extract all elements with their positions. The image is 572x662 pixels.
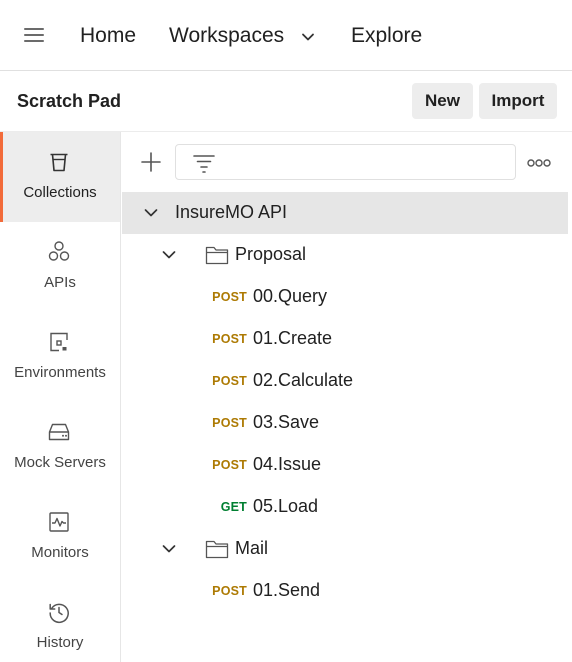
- nav-home[interactable]: Home: [80, 22, 136, 50]
- nav-workspaces[interactable]: Workspaces: [169, 22, 314, 50]
- history-icon: [49, 603, 69, 624]
- request-row[interactable]: POST 04.Issue: [122, 444, 568, 486]
- filter-input[interactable]: [175, 144, 516, 180]
- server-icon: [48, 423, 70, 441]
- scratch-pad-header: Scratch Pad New Import: [0, 72, 572, 132]
- filter-icon: [193, 155, 215, 173]
- apis-icon: [48, 241, 70, 261]
- request-name: 03.Save: [253, 412, 320, 432]
- chevron-down-icon[interactable]: [161, 541, 177, 557]
- rail-item-label: APIs: [44, 274, 76, 291]
- nav-explore[interactable]: Explore: [351, 22, 422, 50]
- folder-name: Proposal: [235, 244, 307, 264]
- rail-item-monitors[interactable]: Monitors: [0, 492, 120, 582]
- request-name: 01.Create: [253, 328, 333, 348]
- method-badge: GET: [220, 500, 247, 514]
- plus-icon[interactable]: [140, 151, 162, 173]
- request-name: 01.Send: [253, 580, 321, 600]
- rail-item-history[interactable]: History: [0, 582, 120, 662]
- page-title: Scratch Pad: [17, 91, 122, 111]
- trash-can-icon: [50, 153, 68, 172]
- method-badge: POST: [212, 584, 247, 598]
- collection-tree: InsureMO API Proposal POST 00.Query POST…: [122, 192, 572, 662]
- rail-item-label: Mock Servers: [14, 454, 106, 471]
- method-badge: POST: [212, 332, 247, 346]
- request-row[interactable]: POST 01.Create: [122, 318, 568, 360]
- chevron-down-icon[interactable]: [143, 205, 159, 221]
- hamburger-icon[interactable]: [24, 28, 44, 44]
- collection-name: InsureMO API: [175, 202, 288, 222]
- request-name: 04.Issue: [253, 454, 322, 474]
- chevron-down-icon: [302, 33, 314, 41]
- request-name: 05.Load: [253, 496, 319, 516]
- method-badge: POST: [212, 290, 247, 304]
- collection-row[interactable]: InsureMO API: [122, 192, 568, 234]
- monitor-icon: [49, 512, 69, 532]
- left-rail: Collections APIs Environments Mock Serve…: [0, 132, 121, 662]
- folder-row[interactable]: Proposal: [122, 234, 568, 276]
- request-row[interactable]: POST 03.Save: [122, 402, 568, 444]
- request-row[interactable]: POST 00.Query: [122, 276, 568, 318]
- rail-item-mock-servers[interactable]: Mock Servers: [0, 402, 120, 492]
- rail-item-label: Monitors: [31, 544, 89, 561]
- folder-name: Mail: [235, 538, 269, 558]
- import-button[interactable]: Import: [479, 83, 557, 119]
- top-nav: Home Workspaces Explore: [0, 0, 572, 71]
- folder-icon: [205, 540, 229, 559]
- request-row[interactable]: POST 01.Send: [122, 570, 568, 612]
- new-button[interactable]: New: [412, 83, 473, 119]
- folder-row[interactable]: Mail: [122, 528, 568, 570]
- method-badge: POST: [212, 458, 247, 472]
- chevron-down-icon[interactable]: [161, 247, 177, 263]
- more-options-icon[interactable]: [527, 158, 551, 168]
- nav-workspaces-label: Workspaces: [169, 24, 285, 47]
- rail-item-environments[interactable]: Environments: [0, 312, 120, 402]
- request-name: 02.Calculate: [253, 370, 354, 390]
- collections-toolbar: [122, 132, 572, 192]
- method-badge: POST: [212, 416, 247, 430]
- request-row[interactable]: POST 02.Calculate: [122, 360, 568, 402]
- rail-item-apis[interactable]: APIs: [0, 222, 120, 312]
- rail-item-label: Environments: [14, 364, 106, 381]
- method-badge: POST: [212, 374, 247, 388]
- rail-item-label: History: [36, 634, 84, 651]
- folder-icon: [205, 246, 229, 265]
- request-name: 00.Query: [253, 286, 328, 306]
- rail-item-collections[interactable]: Collections: [0, 132, 120, 222]
- rail-item-label: Collections: [23, 184, 97, 201]
- environment-icon: [50, 332, 68, 352]
- request-row[interactable]: GET 05.Load: [122, 486, 568, 528]
